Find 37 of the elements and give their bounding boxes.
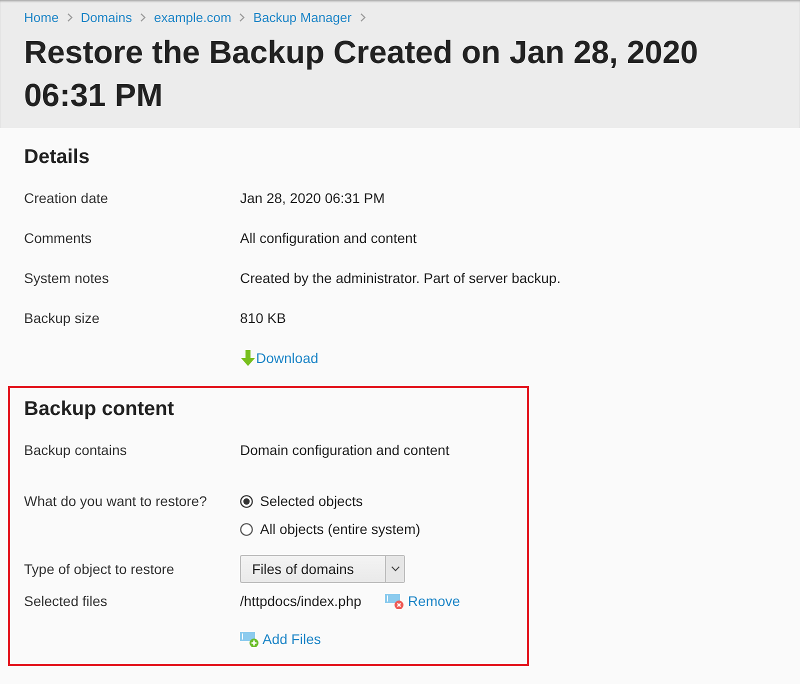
file-path: /httpdocs/index.php xyxy=(240,593,362,609)
section-heading: Details xyxy=(24,145,90,169)
radio-button[interactable] xyxy=(240,522,253,536)
field-value: Domain configuration and content xyxy=(240,442,450,458)
field-label: Creation date xyxy=(24,190,108,206)
radio-option[interactable]: Selected objects xyxy=(240,487,363,515)
field-label: Selected files xyxy=(24,593,108,609)
chevron-icon xyxy=(140,12,146,22)
file-remove-icon xyxy=(385,592,404,610)
field-label: What do you want to restore? xyxy=(24,492,207,511)
field-label: System notes xyxy=(24,270,109,286)
breadcrumb-link[interactable]: Domains xyxy=(80,10,132,24)
remove-link[interactable]: Remove xyxy=(385,592,460,610)
chevron-icon xyxy=(66,12,73,22)
download-link[interactable]: Download xyxy=(240,350,318,366)
field-label: Type of object to restore xyxy=(24,561,174,577)
field-value: 810 KB xyxy=(240,310,286,326)
add-files-link[interactable]: Add Files xyxy=(240,630,321,648)
field-value: All configuration and content xyxy=(240,230,417,246)
breadcrumb-link[interactable]: example.com xyxy=(154,10,232,24)
radio-option[interactable]: All objects (entire system) xyxy=(240,515,420,543)
field-value: Created by the administrator. Part of server backup. xyxy=(240,270,561,286)
object-type-select[interactable]: Files of domains xyxy=(240,555,405,583)
chevron-icon xyxy=(360,12,366,22)
radio-button[interactable] xyxy=(240,494,253,508)
section-heading: Backup content xyxy=(24,397,174,421)
caret-icon xyxy=(390,566,400,572)
chevron-icon xyxy=(239,12,246,22)
field-label: Comments xyxy=(24,230,92,246)
field-value: Jan 28, 2020 06:31 PM xyxy=(240,190,385,206)
file-add-icon xyxy=(240,630,258,648)
breadcrumb-link[interactable]: Home xyxy=(24,10,59,24)
field-label: Backup contains xyxy=(24,442,127,458)
download-arrow-icon xyxy=(240,350,256,366)
page-title: Restore the Backup Created on Jan 28, 2020 06:31 PM xyxy=(24,33,700,115)
breadcrumb-link[interactable]: Backup Manager xyxy=(253,10,352,24)
field-label: Backup size xyxy=(24,310,100,326)
